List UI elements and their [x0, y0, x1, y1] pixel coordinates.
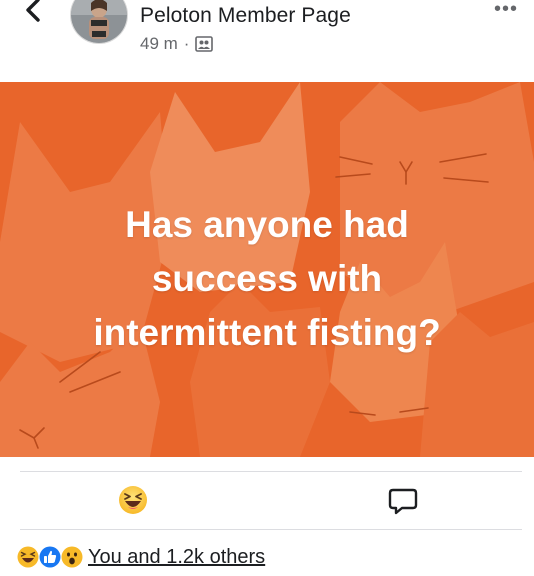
- avatar[interactable]: [70, 0, 128, 44]
- react-button[interactable]: [118, 485, 148, 515]
- group-audience-icon: [195, 36, 214, 52]
- post-meta: 49 m ·: [140, 34, 214, 54]
- post-text-line-2: success with: [151, 258, 383, 299]
- reaction-icons: [16, 545, 84, 569]
- post-text-line-3: intermittent fisting?: [93, 312, 441, 353]
- comment-button[interactable]: [388, 486, 418, 516]
- post-text-banner: Has anyone had success with intermittent…: [0, 82, 534, 457]
- meta-separator: ·: [183, 34, 190, 53]
- post-page: Peloton Member Page 49 m · ••• Has anyon…: [0, 0, 534, 576]
- banner-spacer: [0, 457, 534, 471]
- post-text-line-1: Has anyone had: [125, 204, 409, 245]
- action-bar: [0, 472, 534, 529]
- divider: [20, 529, 522, 530]
- more-options-button[interactable]: •••: [494, 0, 518, 21]
- like-reaction-icon: [38, 545, 62, 569]
- post-header: Peloton Member Page 49 m · •••: [0, 0, 534, 82]
- laughing-emoji-icon: [119, 486, 147, 514]
- reactions-summary[interactable]: You and 1.2k others: [16, 542, 265, 572]
- reactions-summary-text[interactable]: You and 1.2k others: [88, 546, 265, 569]
- wow-reaction-icon: [60, 545, 84, 569]
- haha-reaction-icon: [16, 545, 40, 569]
- post-text: Has anyone had success with intermittent…: [0, 198, 534, 360]
- back-button[interactable]: [18, 0, 50, 28]
- post-timestamp[interactable]: 49 m: [140, 34, 178, 54]
- comment-bubble-icon: [388, 488, 418, 515]
- chevron-left-icon: [26, 0, 40, 22]
- group-name-link[interactable]: Peloton Member Page: [140, 4, 351, 28]
